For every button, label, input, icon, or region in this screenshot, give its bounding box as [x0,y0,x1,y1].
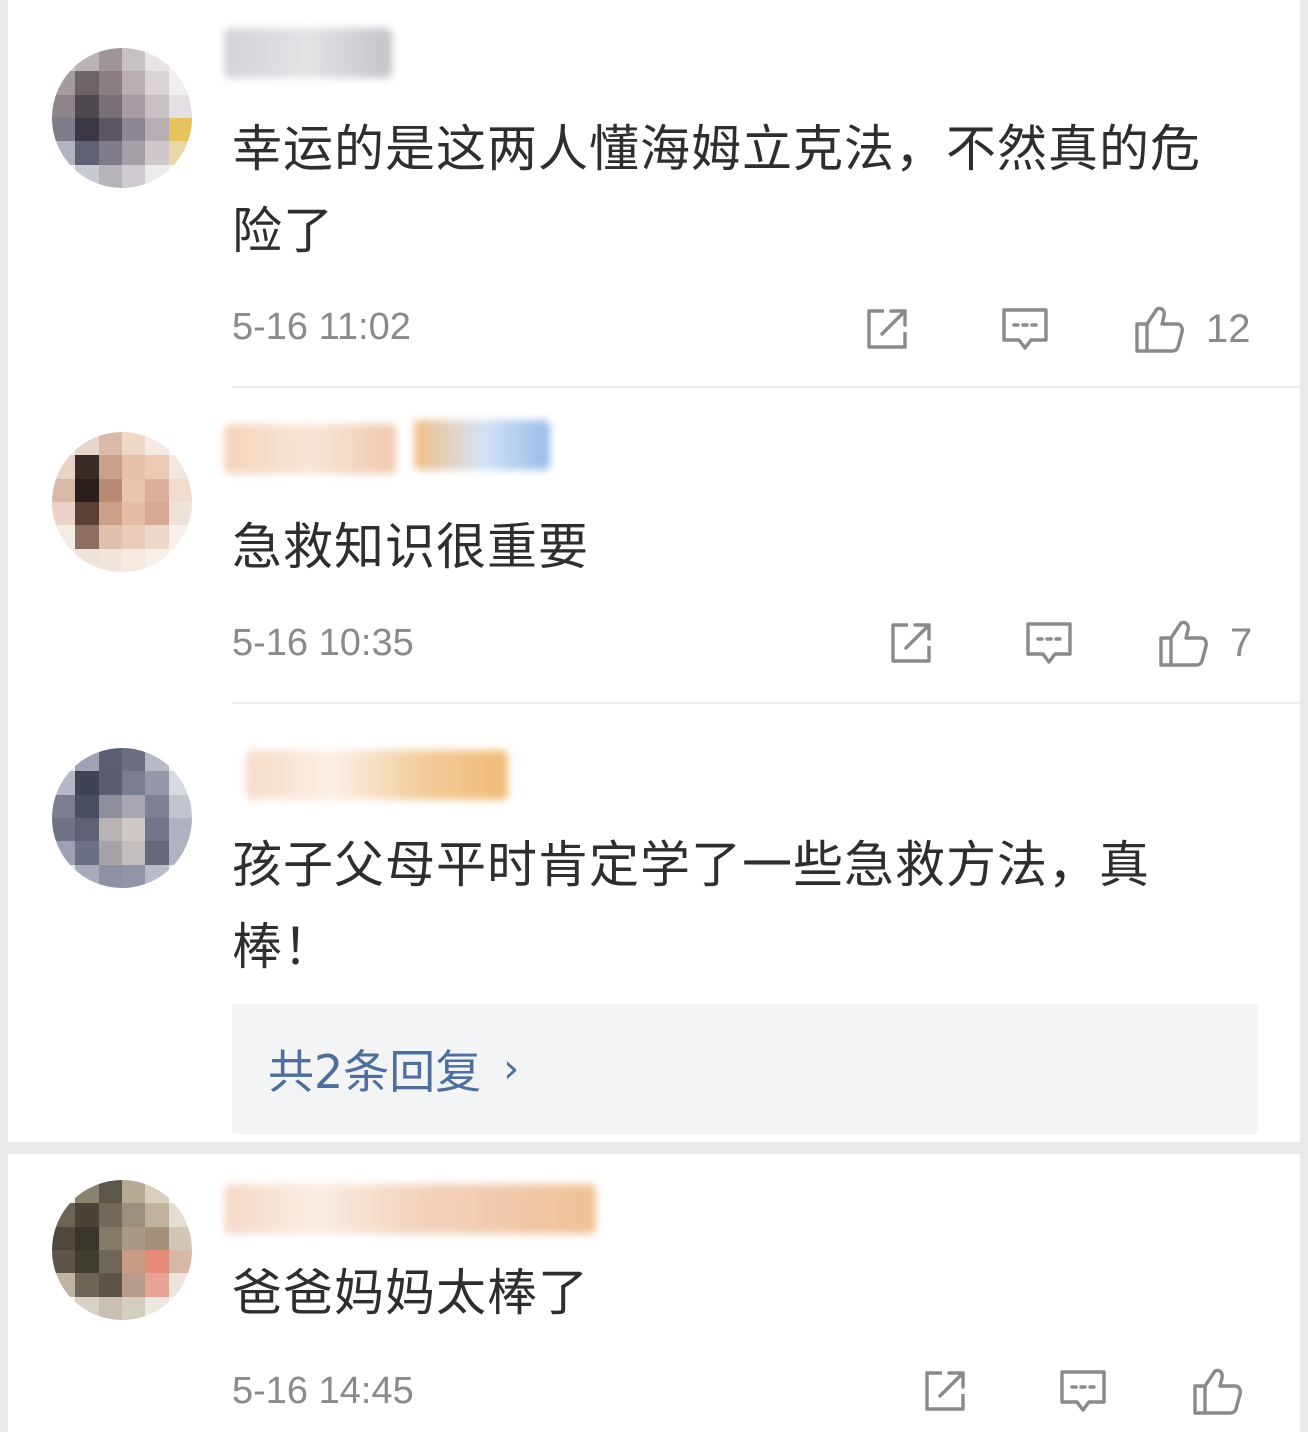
username-blurred[interactable] [246,750,508,800]
comment-icon [1056,1364,1110,1418]
comment-icon [1022,616,1076,670]
avatar[interactable] [52,48,192,188]
comment-actions: 12 [860,302,1280,362]
reply-button[interactable] [998,302,1052,356]
share-button[interactable] [884,616,938,670]
avatar[interactable] [52,1180,192,1320]
comment-item: 爸爸妈妈太棒了 5-16 14:45 [8,1154,1300,1432]
comment-text: 爸爸妈妈太棒了 [232,1264,589,1322]
avatar[interactable] [52,432,192,572]
share-button[interactable] [860,302,914,356]
share-icon [860,302,914,356]
like-button[interactable]: 7 [1156,616,1252,670]
comment-item: 急救知识很重要 5-16 10:35 7 [8,390,1300,704]
reply-button[interactable] [1022,616,1076,670]
user-badge-blurred [414,420,550,470]
username-blurred[interactable] [224,28,392,78]
chevron-right-icon: › [503,1046,520,1092]
username-blurred[interactable] [224,1184,596,1234]
share-icon [918,1364,972,1418]
comment-actions: 7 [884,616,1284,676]
reply-button[interactable] [1056,1364,1110,1418]
thumbs-up-icon [1156,616,1210,670]
like-button[interactable] [1190,1364,1244,1418]
comment-icon [998,302,1052,356]
divider [232,386,1300,388]
like-count: 12 [1206,306,1251,351]
comment-time: 5-16 11:02 [232,306,411,348]
comment-actions [918,1364,1278,1424]
avatar[interactable] [52,748,192,888]
share-icon [884,616,938,670]
comment-item: 孩子父母平时肯定学了一些急救方法，真棒！ 共2条回复 › [8,704,1300,1142]
username-blurred[interactable] [224,424,396,474]
comment-text: 急救知识很重要 [232,518,589,576]
replies-count-label: 共2条回复 [268,1045,482,1099]
view-replies-button[interactable]: 共2条回复 › [232,1004,1258,1134]
comment-text: 孩子父母平时肯定学了一些急救方法，真棒！ [232,836,1150,976]
comment-text: 幸运的是这两人懂海姆立克法，不然真的危险了 [232,120,1201,260]
thumbs-up-icon [1132,302,1186,356]
thumbs-up-icon [1190,1364,1244,1418]
comment-time: 5-16 10:35 [232,622,414,664]
comment-time: 5-16 14:45 [232,1370,414,1412]
like-count: 7 [1230,620,1253,665]
comment-card: 幸运的是这两人懂海姆立克法，不然真的危险了 5-16 11:02 12 急救知识… [8,0,1300,1142]
comment-item: 幸运的是这两人懂海姆立克法，不然真的危险了 5-16 11:02 12 [8,0,1300,390]
share-button[interactable] [918,1364,972,1418]
like-button[interactable]: 12 [1132,302,1251,356]
comment-card: 爸爸妈妈太棒了 5-16 14:45 [8,1154,1300,1432]
